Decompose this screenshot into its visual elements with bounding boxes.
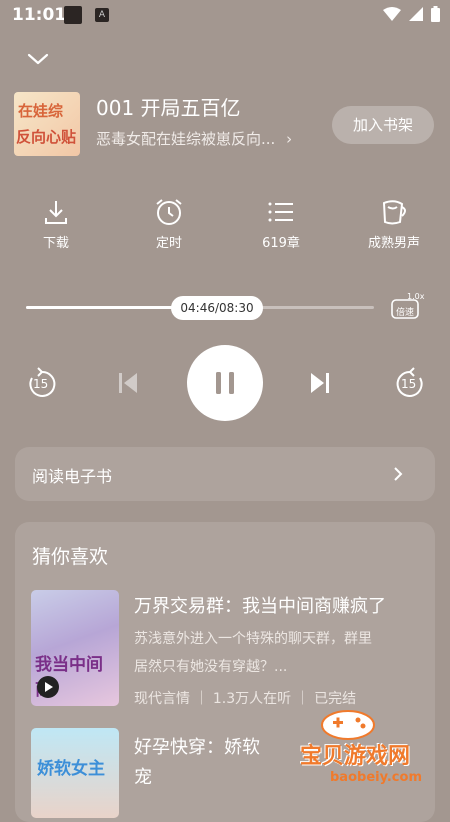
add-to-shelf-button[interactable]: 加入书架	[332, 106, 434, 144]
download-icon	[45, 201, 67, 224]
chapters-label: 619章	[262, 236, 300, 251]
chevron-right-icon: ›	[286, 130, 293, 148]
recommend-title: 猜你喜欢	[32, 546, 109, 568]
play-icon[interactable]	[37, 676, 59, 698]
status-time: 11:01	[12, 5, 67, 25]
book-cover-text: 在娃综	[18, 102, 64, 120]
pause-icon	[216, 372, 234, 394]
signal-icon	[409, 7, 423, 21]
download-button[interactable]: 下载	[16, 198, 96, 251]
gamepad-logo-icon	[321, 710, 375, 740]
timer-button[interactable]: 定时	[129, 198, 209, 251]
download-label: 下载	[42, 236, 69, 251]
recommend-cover-2[interactable]: 娇软女主	[31, 728, 119, 818]
alarm-icon	[156, 199, 182, 225]
recommend-item-desc: 居然只有她没有穿越？...	[134, 659, 288, 675]
voice-icon	[382, 200, 406, 225]
watermark-url: baobeiy.com	[330, 770, 422, 785]
chevron-down-icon[interactable]	[26, 52, 50, 66]
next-icon[interactable]	[308, 371, 332, 395]
read-ebook-label: 阅读电子书	[32, 467, 113, 486]
wifi-icon	[383, 7, 401, 21]
previous-icon[interactable]	[116, 371, 140, 395]
chapter-list-icon	[268, 202, 293, 222]
forward-seconds: 15	[401, 377, 417, 391]
progress-time[interactable]: 04:46/08:30	[171, 296, 263, 320]
speed-value: 1.0x	[407, 292, 425, 301]
battery-icon	[431, 6, 440, 22]
book-name: 恶毒女配在娃综被崽反向...	[96, 130, 276, 148]
voice-label: 成熟男声	[367, 236, 420, 251]
chapter-title: 001 开局五百亿	[96, 96, 241, 120]
watermark-text: 宝贝游戏网	[300, 744, 411, 769]
recommend-item-desc: 苏浅意外进入一个特殊的聊天群，群里	[134, 631, 372, 647]
book-cover[interactable]: 在娃综 反向心贴	[14, 92, 80, 156]
chevron-right-icon	[394, 467, 403, 481]
notification-icon	[64, 6, 82, 24]
voice-button[interactable]: 成熟男声	[354, 198, 434, 251]
system-icons	[383, 6, 440, 22]
rewind-button[interactable]: 15	[24, 366, 60, 402]
recommend-item-title[interactable]: 宠	[134, 763, 152, 789]
rewind-seconds: 15	[33, 377, 49, 391]
book-cover-text: 反向心贴	[16, 128, 77, 146]
recommend-item-meta: 现代言情 ｜ 1.3万人在听 ｜ 已完结	[134, 691, 357, 707]
book-name-link[interactable]: 恶毒女配在娃综被崽反向... ›	[96, 128, 292, 149]
notification-app-icon: A	[95, 8, 109, 22]
chapters-button[interactable]: 619章	[241, 198, 321, 251]
recommend-item-title[interactable]: 万界交易群：我当中间商赚疯了	[134, 592, 386, 618]
forward-button[interactable]: 15	[392, 366, 428, 402]
recommend-item-title[interactable]: 好孕快穿：娇软	[134, 733, 260, 759]
speed-label: 倍速	[396, 308, 415, 318]
cover-text: 娇软女主	[37, 759, 105, 779]
recommend-cover-1[interactable]: 我当中间商	[31, 590, 119, 706]
pause-button[interactable]	[187, 345, 263, 421]
timer-label: 定时	[155, 236, 182, 251]
